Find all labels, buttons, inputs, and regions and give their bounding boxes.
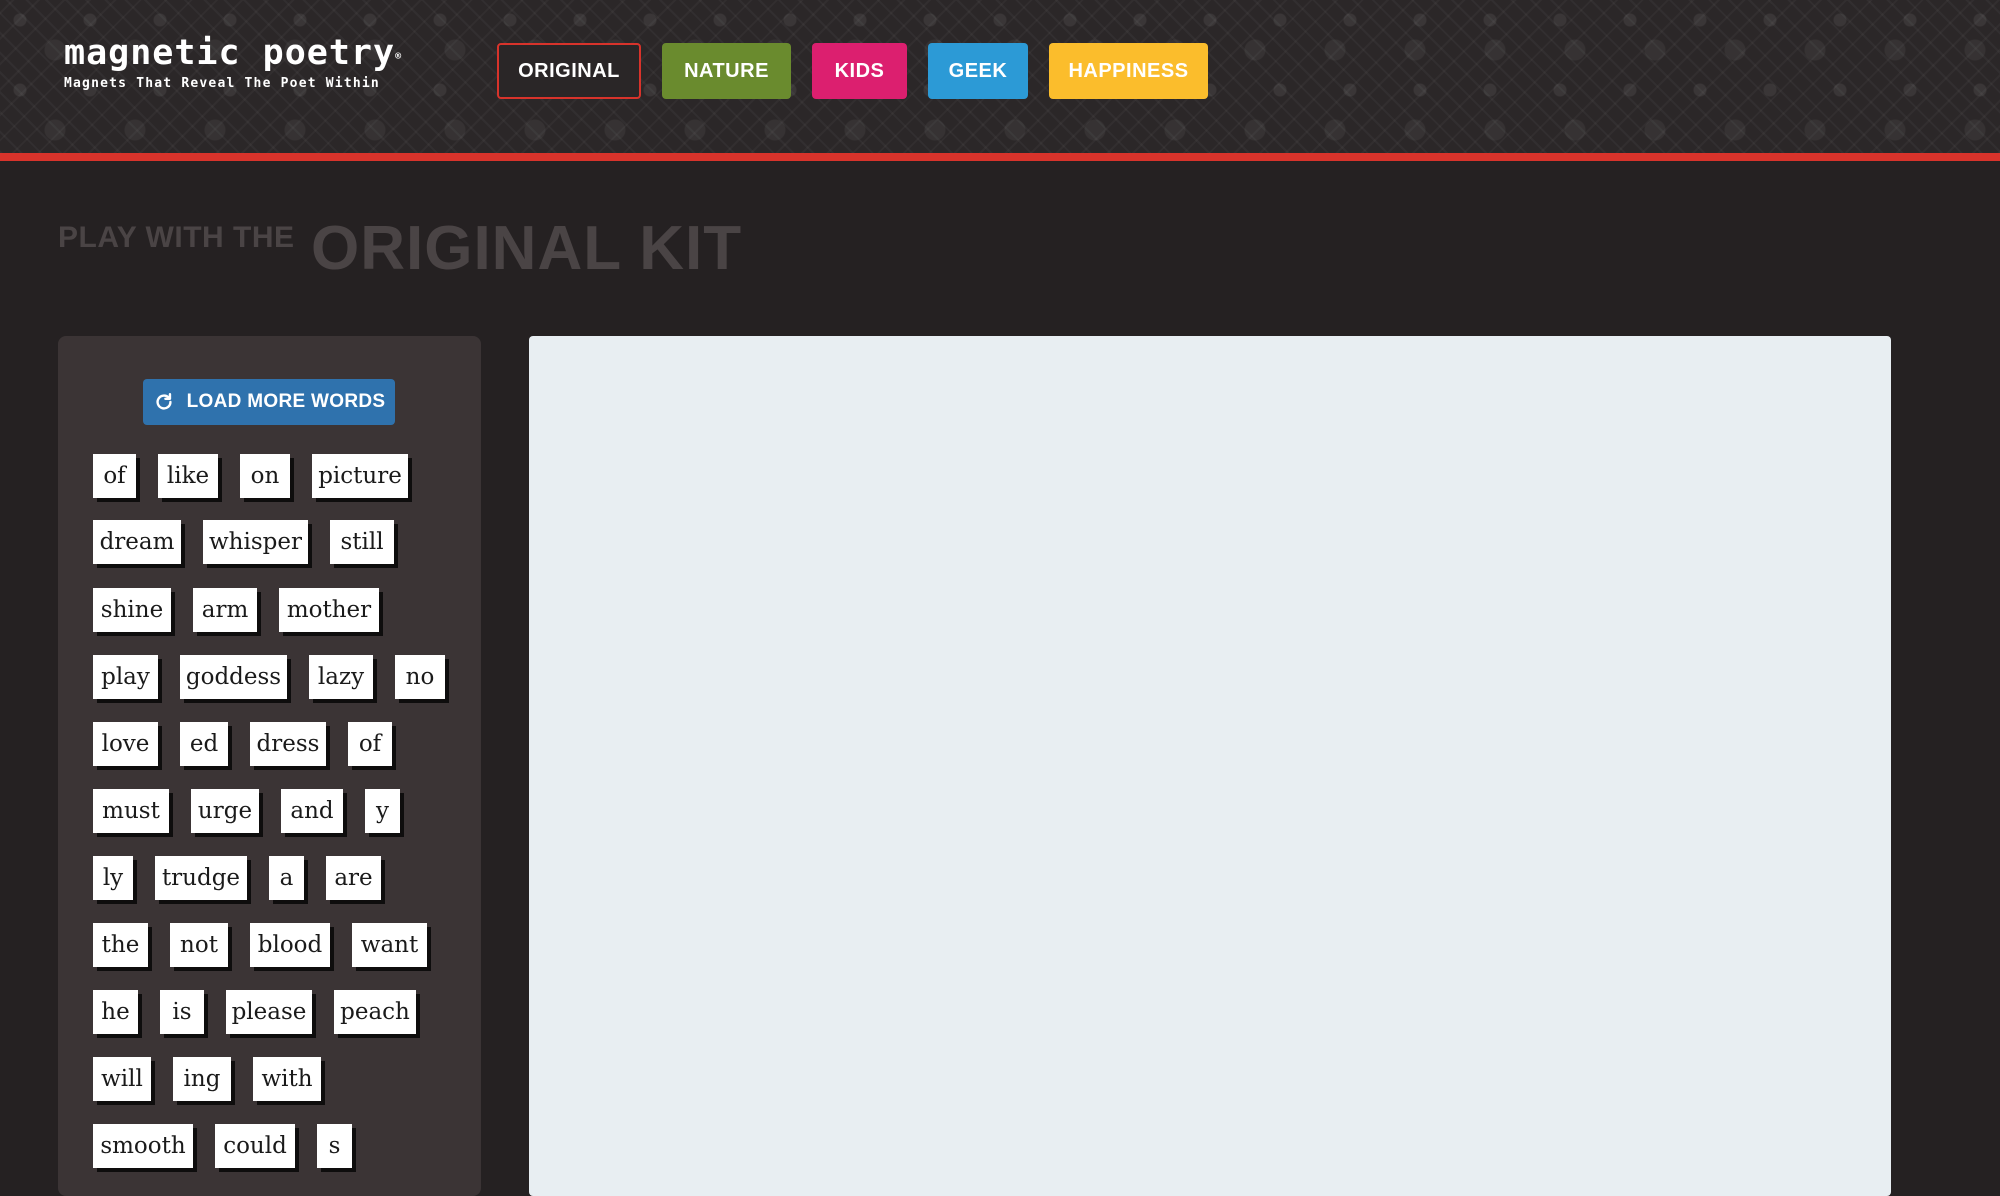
word-tile[interactable]: arm (193, 588, 257, 632)
word-tile[interactable]: on (240, 454, 290, 498)
word-tile[interactable]: no (395, 655, 445, 699)
word-tile[interactable]: are (326, 856, 381, 900)
word-tile[interactable]: and (281, 789, 343, 833)
header-divider (0, 153, 2000, 161)
word-tile[interactable]: dream (93, 520, 181, 564)
word-tile[interactable]: goddess (180, 655, 287, 699)
word-tile[interactable]: dress (250, 722, 326, 766)
word-tile[interactable]: like (158, 454, 218, 498)
load-more-label: LOAD MORE WORDS (186, 391, 386, 412)
word-tile[interactable]: whisper (203, 520, 308, 564)
word-tile[interactable]: please (226, 990, 312, 1034)
word-tile[interactable]: urge (191, 789, 259, 833)
word-tile[interactable]: will (93, 1057, 151, 1101)
word-tile[interactable]: smooth (93, 1124, 193, 1168)
word-tile[interactable]: s (317, 1124, 352, 1168)
page-title-prefix: PLAY WITH THE (58, 221, 295, 254)
word-tile[interactable]: with (253, 1057, 321, 1101)
site-logo[interactable]: magnetic poetry® Magnets That Reveal The… (64, 34, 402, 91)
word-tile[interactable]: trudge (155, 856, 247, 900)
page-title: ORIGINAL KIT (311, 214, 743, 283)
kit-original-button[interactable]: ORIGINAL (497, 43, 641, 99)
word-tile[interactable]: the (93, 923, 148, 967)
word-tile[interactable]: of (93, 454, 136, 498)
word-tile[interactable]: y (365, 789, 400, 833)
word-tile[interactable]: still (330, 520, 394, 564)
logo-title: magnetic poetry® (64, 33, 403, 73)
word-tile[interactable]: picture (312, 454, 408, 498)
logo-tagline: Magnets That Reveal The Poet Within (64, 76, 380, 91)
poetry-board[interactable] (529, 336, 1891, 1196)
word-tile[interactable]: play (93, 655, 158, 699)
registered-mark: ® (395, 51, 403, 62)
word-tile[interactable]: ed (180, 722, 228, 766)
word-tile[interactable]: must (93, 789, 169, 833)
word-tile[interactable]: he (93, 990, 138, 1034)
kit-happiness-button[interactable]: HAPPINESS (1049, 43, 1208, 99)
kit-geek-button[interactable]: GEEK (928, 43, 1028, 99)
site-header: magnetic poetry® Magnets That Reveal The… (0, 0, 2000, 153)
word-tile[interactable]: ly (93, 856, 133, 900)
word-tile[interactable]: love (93, 722, 158, 766)
word-tile[interactable]: mother (279, 588, 379, 632)
word-tile[interactable]: not (170, 923, 228, 967)
word-tile[interactable]: could (215, 1124, 295, 1168)
word-tile[interactable]: shine (93, 588, 171, 632)
load-more-words-button[interactable]: LOAD MORE WORDS (143, 379, 395, 425)
word-tile[interactable]: a (269, 856, 304, 900)
word-tile[interactable]: is (160, 990, 204, 1034)
refresh-icon (156, 393, 172, 410)
kit-kids-button[interactable]: KIDS (812, 43, 907, 99)
kit-nature-button[interactable]: NATURE (662, 43, 791, 99)
word-tile[interactable]: of (348, 722, 392, 766)
word-tile[interactable]: want (352, 923, 427, 967)
word-tile[interactable]: peach (334, 990, 416, 1034)
word-tile[interactable]: lazy (309, 655, 373, 699)
word-tile[interactable]: ing (173, 1057, 231, 1101)
word-tile[interactable]: blood (250, 923, 330, 967)
